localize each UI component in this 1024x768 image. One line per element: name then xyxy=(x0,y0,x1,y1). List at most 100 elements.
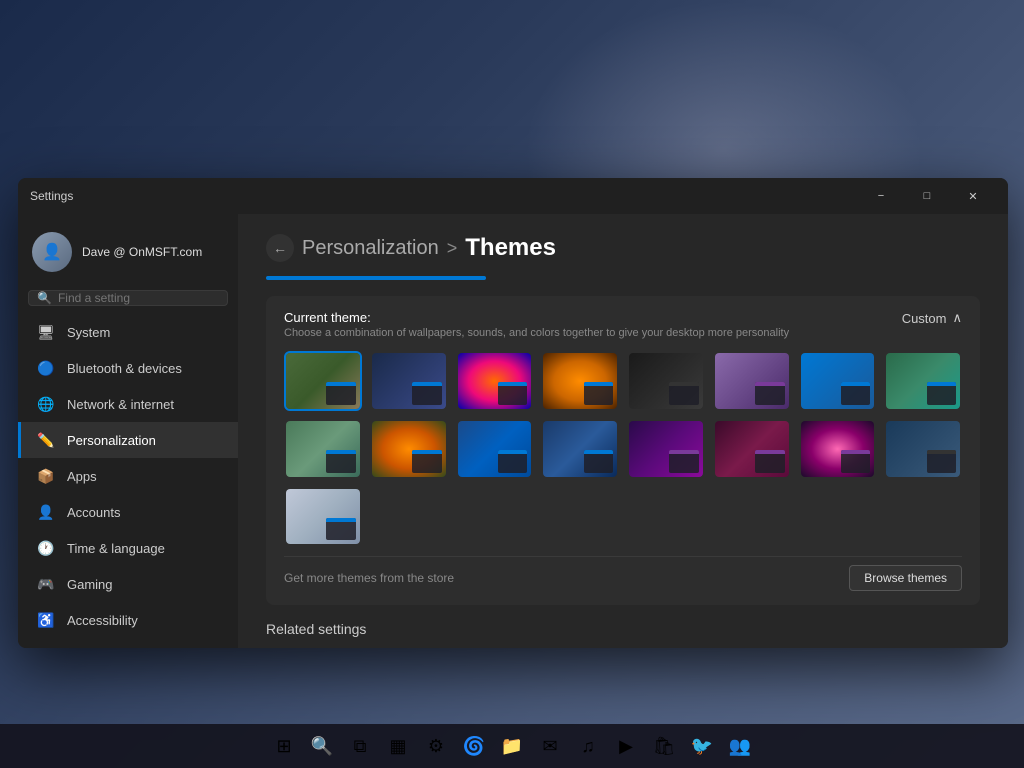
breadcrumb-separator: > xyxy=(447,238,458,259)
sidebar-item-time[interactable]: 🕐 Time & language xyxy=(18,530,238,566)
theme-mini-bar-17 xyxy=(326,518,356,522)
sidebar-item-accounts[interactable]: 👤 Accounts xyxy=(18,494,238,530)
taskbar-icon-spotify[interactable]: ♫ xyxy=(570,728,606,764)
bluetooth-icon: 🔵 xyxy=(37,359,55,377)
theme-item-6[interactable] xyxy=(713,351,791,411)
theme-item-7[interactable] xyxy=(799,351,877,411)
theme-mini-window-1 xyxy=(326,382,356,404)
accessibility-icon: ♿ xyxy=(37,611,55,629)
theme-mini-window-10 xyxy=(412,450,442,472)
theme-header: Current theme: Choose a combination of w… xyxy=(284,310,962,339)
theme-item-12[interactable] xyxy=(541,419,619,479)
theme-item-8[interactable] xyxy=(884,351,962,411)
theme-item-9[interactable] xyxy=(284,419,362,479)
user-name: Dave @ OnMSFT.com xyxy=(82,245,202,259)
theme-thumb-7 xyxy=(801,353,875,409)
theme-item-5[interactable] xyxy=(627,351,705,411)
sidebar-item-privacy[interactable]: 🔒 Privacy & security xyxy=(18,638,238,648)
theme-item-2[interactable] xyxy=(370,351,448,411)
theme-thumb-8 xyxy=(886,353,960,409)
sidebar-item-personalization[interactable]: ✏️ Personalization xyxy=(18,422,238,458)
theme-thumb-11 xyxy=(458,421,532,477)
sidebar-navigation: 🖥 System 🔵 Bluetooth & devices 🌐 Network… xyxy=(18,314,238,648)
theme-mini-bar-6 xyxy=(755,382,785,386)
theme-mini-bar-14 xyxy=(755,450,785,454)
theme-thumb-15 xyxy=(801,421,875,477)
sidebar-item-system[interactable]: 🖥 System xyxy=(18,314,238,350)
theme-mini-window-3 xyxy=(498,382,528,404)
theme-mini-bar-9 xyxy=(326,450,356,454)
taskbar-icon-twitter[interactable]: 🐦 xyxy=(684,728,720,764)
theme-item-14[interactable] xyxy=(713,419,791,479)
search-icon: 🔍 xyxy=(37,291,52,305)
theme-mini-bar-4 xyxy=(584,382,614,386)
theme-mini-window-8 xyxy=(927,382,957,404)
taskbar-icon-edge[interactable]: 🌀 xyxy=(456,728,492,764)
theme-item-3[interactable] xyxy=(456,351,534,411)
minimize-button[interactable]: − xyxy=(858,180,904,212)
theme-mini-window-13 xyxy=(669,450,699,472)
taskbar-icon-podcast[interactable]: ▶ xyxy=(608,728,644,764)
theme-footer: Get more themes from the store Browse th… xyxy=(284,556,962,591)
theme-mini-window-14 xyxy=(755,450,785,472)
theme-item-15[interactable] xyxy=(799,419,877,479)
theme-item-10[interactable] xyxy=(370,419,448,479)
title-bar: Settings − □ ✕ xyxy=(18,178,1008,214)
theme-mini-window-6 xyxy=(755,382,785,404)
taskbar-icon-teams[interactable]: 👥 xyxy=(722,728,758,764)
theme-thumb-12 xyxy=(543,421,617,477)
current-theme-desc: Choose a combination of wallpapers, soun… xyxy=(284,327,789,339)
theme-item-11[interactable] xyxy=(456,419,534,479)
theme-item-17[interactable] xyxy=(284,487,362,547)
breadcrumb-parent: Personalization xyxy=(302,237,439,260)
search-box[interactable]: 🔍 xyxy=(28,290,228,306)
taskbar-icons: ⊞🔍⧉▦⚙🌀📁✉♫▶🛍🐦👥 xyxy=(266,728,758,764)
sidebar-item-gaming[interactable]: 🎮 Gaming xyxy=(18,566,238,602)
theme-mini-window-4 xyxy=(584,382,614,404)
current-theme-value[interactable]: Custom ∧ xyxy=(902,310,962,326)
browse-themes-button[interactable]: Browse themes xyxy=(849,565,962,591)
scroll-indicator xyxy=(266,276,486,280)
theme-item-4[interactable] xyxy=(541,351,619,411)
personalization-icon: ✏️ xyxy=(37,431,55,449)
theme-mini-window-5 xyxy=(669,382,699,404)
taskbar-icon-widgets[interactable]: ▦ xyxy=(380,728,416,764)
theme-mini-window-7 xyxy=(841,382,871,404)
taskbar-icon-store[interactable]: 🛍 xyxy=(646,728,682,764)
theme-thumb-5 xyxy=(629,353,703,409)
theme-mini-bar-15 xyxy=(841,450,871,454)
theme-item-13[interactable] xyxy=(627,419,705,479)
sidebar-label-system: System xyxy=(67,325,110,340)
taskbar-icon-taskview[interactable]: ⧉ xyxy=(342,728,378,764)
apps-icon: 📦 xyxy=(37,467,55,485)
sidebar-item-network[interactable]: 🌐 Network & internet xyxy=(18,386,238,422)
taskbar-icon-files[interactable]: 📁 xyxy=(494,728,530,764)
theme-mini-bar-12 xyxy=(584,450,614,454)
taskbar-icon-settings-app[interactable]: ⚙ xyxy=(418,728,454,764)
window-controls: − □ ✕ xyxy=(858,180,996,212)
theme-thumb-6 xyxy=(715,353,789,409)
theme-thumb-1 xyxy=(286,353,360,409)
theme-item-1[interactable] xyxy=(284,351,362,411)
theme-thumb-9 xyxy=(286,421,360,477)
sidebar: 👤 Dave @ OnMSFT.com 🔍 🖥 System 🔵 Bluetoo… xyxy=(18,214,238,648)
sidebar-item-apps[interactable]: 📦 Apps xyxy=(18,458,238,494)
sidebar-label-apps: Apps xyxy=(67,469,97,484)
maximize-button[interactable]: □ xyxy=(904,180,950,212)
taskbar-icon-mail[interactable]: ✉ xyxy=(532,728,568,764)
theme-mini-window-12 xyxy=(584,450,614,472)
theme-thumb-4 xyxy=(543,353,617,409)
breadcrumb-current: Themes xyxy=(465,234,556,262)
sidebar-label-network: Network & internet xyxy=(67,397,174,412)
taskbar-icon-search[interactable]: 🔍 xyxy=(304,728,340,764)
search-input[interactable] xyxy=(58,291,219,305)
sidebar-item-accessibility[interactable]: ♿ Accessibility xyxy=(18,602,238,638)
theme-thumb-14 xyxy=(715,421,789,477)
taskbar-icon-start[interactable]: ⊞ xyxy=(266,728,302,764)
back-button[interactable]: ← xyxy=(266,234,294,262)
time-icon: 🕐 xyxy=(37,539,55,557)
theme-item-16[interactable] xyxy=(884,419,962,479)
window-title: Settings xyxy=(30,189,858,203)
close-button[interactable]: ✕ xyxy=(950,180,996,212)
sidebar-item-bluetooth[interactable]: 🔵 Bluetooth & devices xyxy=(18,350,238,386)
